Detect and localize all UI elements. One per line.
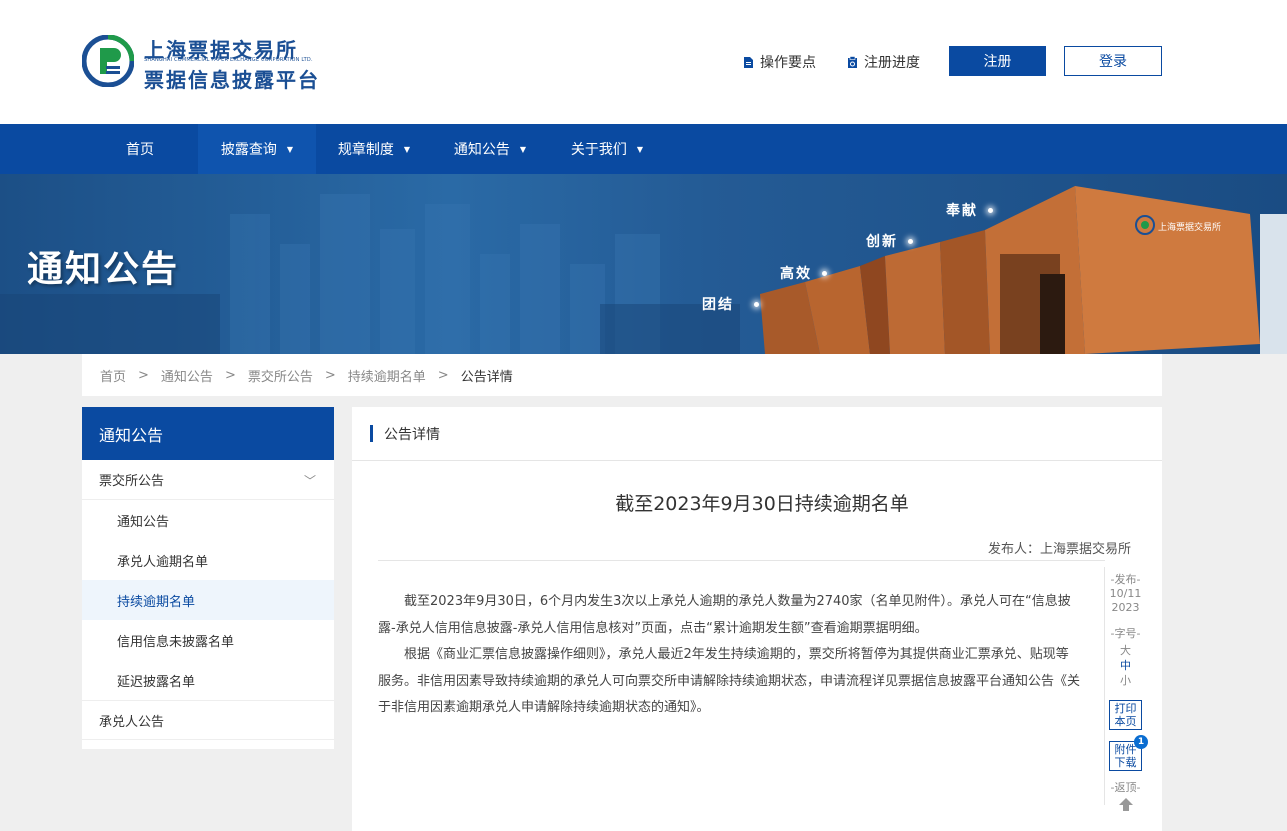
content-header-label: 公告详情 xyxy=(384,426,440,443)
article-paragraph: 截至2023年9月30日，6个月内发生3次以上承兑人逾期的承兑人数量为2740家… xyxy=(378,594,1071,636)
content-header: 公告详情 xyxy=(352,407,1162,461)
breadcrumb-separator: > xyxy=(138,367,149,383)
site-logo[interactable]: 上海票据交易所 SHANGHAI COMMERCIAL PAPER EXCHAN… xyxy=(82,33,332,92)
print-page-button[interactable]: 打印 本页 xyxy=(1109,700,1142,730)
article-paragraph: 根据《商业汇票信息披露操作细则》，承兑人最近2年发生持续逾期的，票交所将暂停为其… xyxy=(378,647,1081,715)
attachment-count-badge: 1 xyxy=(1134,735,1148,749)
caret-down-icon: ▼ xyxy=(286,144,294,154)
banner-word-unity: 团结 xyxy=(702,297,734,313)
registration-progress-link[interactable]: 注册进度 xyxy=(847,52,920,72)
attachment-label-line1: 附件 xyxy=(1114,743,1137,756)
chevron-down-icon: ﹀ xyxy=(303,474,316,488)
registration-progress-label: 注册进度 xyxy=(864,55,920,71)
banner-word-dedication: 奉献 xyxy=(946,203,978,219)
nav-item-label: 首页 xyxy=(126,142,154,158)
attachment-download-button[interactable]: 附件 下载 1 xyxy=(1109,735,1148,771)
article-publisher: 发布人：上海票据交易所 xyxy=(987,542,1131,557)
breadcrumb-separator: > xyxy=(324,367,336,383)
arrow-up-stem xyxy=(1122,805,1129,811)
breadcrumb-notices[interactable]: 通知公告 xyxy=(161,366,213,385)
font-size-small[interactable]: 小 xyxy=(1105,674,1146,688)
login-button[interactable]: 登录 xyxy=(1064,46,1162,76)
header-accent-bar xyxy=(370,425,373,442)
document-icon xyxy=(744,56,753,68)
nav-item-label: 规章制度 xyxy=(337,142,394,158)
clipboard-icon xyxy=(848,55,857,68)
nav-item-disclosure-query[interactable]: 披露查询 ▼ xyxy=(198,124,316,174)
font-size-medium[interactable]: 中 xyxy=(1105,659,1146,673)
nav-item-label: 披露查询 xyxy=(220,142,277,158)
logo-platform-name: 票据信息披露平台 xyxy=(144,68,320,92)
caret-down-icon: ▼ xyxy=(403,144,411,154)
sidebar-title: 通知公告 xyxy=(82,407,334,460)
banner-word-innovation: 创新 xyxy=(866,234,898,250)
divider xyxy=(378,560,1105,561)
publish-date-md: 10/11 xyxy=(1109,587,1142,600)
nav-item-notices[interactable]: 通知公告 ▼ xyxy=(432,124,548,174)
register-button[interactable]: 注册 xyxy=(949,46,1046,76)
sidebar-item-continuous-overdue-list[interactable]: 持续逾期名单 xyxy=(82,580,334,620)
page-banner: 上海票据交易所 通知公告 团结 高效 创新 奉献 xyxy=(0,174,1287,354)
arrow-up-head xyxy=(1118,798,1133,805)
caret-down-icon: ▼ xyxy=(636,144,644,154)
font-size-label: -字号- xyxy=(1110,627,1141,640)
article-tools: -发布- 10/11 2023 -字号- 大 中 小 打印 本页 附件 下载 1… xyxy=(1104,567,1148,811)
banner-light-dot xyxy=(822,271,827,276)
logo-mark-icon xyxy=(82,35,134,87)
operation-guide-label: 操作要点 xyxy=(760,55,816,71)
nav-item-about-us[interactable]: 关于我们 ▼ xyxy=(548,124,666,174)
arrow-up-icon[interactable] xyxy=(1105,798,1146,811)
article-body: 截至2023年9月30日，6个月内发生3次以上承兑人逾期的承兑人数量为2740家… xyxy=(378,589,1081,722)
sidebar-item-credit-undisclosed-list[interactable]: 信用信息未披露名单 xyxy=(82,620,334,660)
building-sign: 上海票据交易所 xyxy=(1158,221,1221,233)
site-header: 上海票据交易所 SHANGHAI COMMERCIAL PAPER EXCHAN… xyxy=(0,0,1287,124)
exchange-building-image: 上海票据交易所 xyxy=(760,186,1287,354)
attachment-label-line2: 下载 xyxy=(1114,756,1137,769)
breadcrumb-separator: > xyxy=(224,367,236,383)
breadcrumb-continuous-overdue-list[interactable]: 持续逾期名单 xyxy=(348,366,426,385)
page-title: 通知公告 xyxy=(27,249,180,290)
publish-date-year: 2023 xyxy=(1111,601,1140,614)
sidebar: 通知公告 票交所公告 ﹀ 通知公告 承兑人逾期名单 持续逾期名单 信用信息未披露… xyxy=(82,407,334,749)
sidebar-item-acceptor-overdue-list[interactable]: 承兑人逾期名单 xyxy=(82,540,334,580)
sidebar-group-label: 票交所公告 xyxy=(99,474,165,489)
sidebar-item-delayed-disclosure-list[interactable]: 延迟披露名单 xyxy=(82,660,334,700)
banner-light-dot xyxy=(908,239,913,244)
main-nav: 首页 披露查询 ▼ 规章制度 ▼ 通知公告 ▼ 关于我们 ▼ xyxy=(0,124,1287,174)
banner-word-efficiency: 高效 xyxy=(780,266,812,282)
print-label-line2: 本页 xyxy=(1114,715,1137,728)
sidebar-group-exchange-notices[interactable]: 票交所公告 ﹀ xyxy=(82,460,334,500)
sidebar-group-acceptor-notices[interactable]: 承兑人公告 xyxy=(82,700,334,740)
article-title: 截至2023年9月30日持续逾期名单 xyxy=(615,493,909,515)
nav-item-label: 通知公告 xyxy=(453,142,510,158)
breadcrumb: 首页 > 通知公告 > 票交所公告 > 持续逾期名单 > 公告详情 xyxy=(82,354,1162,396)
back-to-top-label[interactable]: -返顶- xyxy=(1105,781,1146,795)
nav-item-regulations[interactable]: 规章制度 ▼ xyxy=(316,124,432,174)
font-size-large[interactable]: 大 xyxy=(1105,644,1146,658)
breadcrumb-exchange-notices[interactable]: 票交所公告 xyxy=(248,366,313,385)
banner-light-dot xyxy=(754,302,759,307)
nav-item-home[interactable]: 首页 xyxy=(82,124,198,174)
nav-item-label: 关于我们 xyxy=(570,142,627,158)
print-label-line1: 打印 xyxy=(1114,702,1137,715)
operation-guide-link[interactable]: 操作要点 xyxy=(743,52,816,72)
main-content: 公告详情 截至2023年9月30日持续逾期名单 发布人：上海票据交易所 截至20… xyxy=(352,407,1162,831)
publish-date-label: -发布- xyxy=(1110,573,1141,586)
logo-subtitle-en: SHANGHAI COMMERCIAL PAPER EXCHANGE CORPO… xyxy=(144,57,313,63)
breadcrumb-current: 公告详情 xyxy=(460,369,513,385)
breadcrumb-separator: > xyxy=(437,367,449,383)
caret-down-icon: ▼ xyxy=(519,144,527,154)
banner-light-dot xyxy=(988,208,993,213)
breadcrumb-home[interactable]: 首页 xyxy=(100,366,126,385)
sidebar-item-notices[interactable]: 通知公告 xyxy=(82,500,334,540)
